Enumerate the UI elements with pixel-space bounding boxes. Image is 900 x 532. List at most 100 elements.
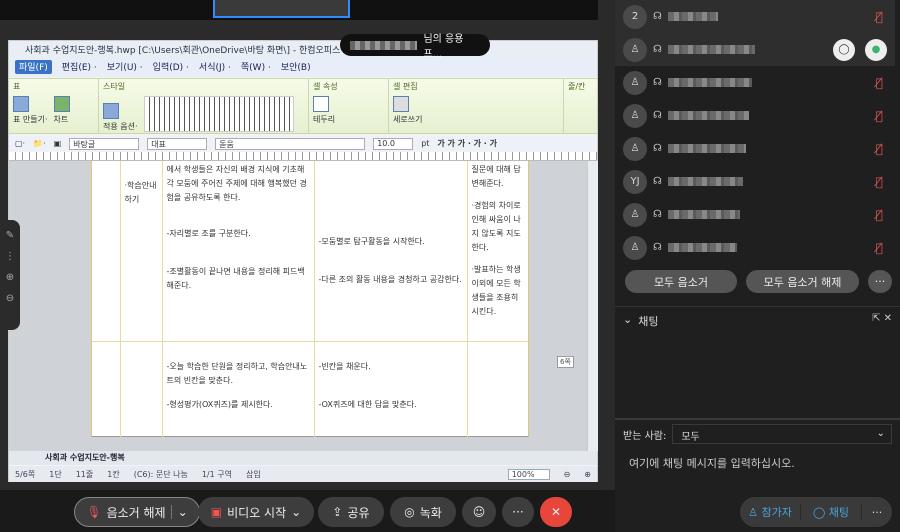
open-icon[interactable]: 📁·	[33, 139, 46, 148]
participant-name-redacted	[667, 243, 737, 252]
ribbon-group-table: 표표 만들기· 차트	[9, 79, 99, 133]
document-page[interactable]: ·학습안내하기 에서 학생들은 자신의 배경 지식에 기초해 각 모둠에 주어진…	[91, 161, 529, 437]
participant-row[interactable]: ♙ ☊ 🎙̸	[615, 231, 895, 264]
draw-icon[interactable]: ✎	[6, 230, 14, 241]
new-doc-icon[interactable]: ▢·	[15, 139, 25, 148]
status-section: 1/1 구역	[201, 469, 232, 479]
chat-input[interactable]: 여기에 채팅 메시지를 입력하십시오.	[629, 455, 795, 471]
menu-file[interactable]: 파일(F)	[15, 60, 52, 74]
menu-security[interactable]: 보안(B)	[281, 60, 311, 74]
mic-on-icon[interactable]: ●	[865, 38, 887, 61]
table-row: -오늘 학습한 단원을 정리하고, 학습안내노트의 빈칸을 맞춘다. -형성평가(…	[92, 340, 528, 437]
table-style-gallery[interactable]	[143, 96, 294, 132]
participant-row[interactable]: ♙ ☊ ◯ ●	[615, 33, 895, 66]
title-text: 사회과 수업지도안-행복.hwp [C:\Users\회관\OneDrive\바…	[25, 46, 341, 56]
menu-edit[interactable]: 편집(E) ·	[62, 60, 97, 74]
zoom-out-icon[interactable]: ⊖	[564, 470, 571, 479]
lesson-table: ·학습안내하기 에서 학생들은 자신의 배경 지식에 기초해 각 모둠에 주어진…	[92, 161, 528, 437]
audio-icon: ☊	[653, 143, 662, 154]
font-select[interactable]: 돋움	[215, 137, 366, 150]
more-options-button[interactable]: ···	[502, 497, 534, 527]
chart-button[interactable]: 차트	[53, 96, 70, 125]
participant-row[interactable]: ♙ ☊ 🎙̸	[615, 132, 895, 165]
participant-row[interactable]: ♙ ☊ 🎙̸	[615, 198, 895, 231]
menu-format[interactable]: 서식(J) ·	[199, 60, 231, 74]
para-select[interactable]: 대표	[147, 137, 208, 150]
participant-row[interactable]: ♙ ☊ 🎙̸	[615, 99, 895, 132]
audio-icon: ☊	[653, 44, 662, 55]
mic-muted-icon[interactable]: 🎙̸	[876, 241, 883, 255]
zoom-out-icon[interactable]: ⊖	[6, 293, 14, 304]
chevron-down-icon: ⌄	[291, 505, 302, 519]
audio-icon: ☊	[653, 11, 662, 22]
menu-bar: 파일(F) 편집(E) · 보기(U) · 입력(D) · 서식(J) · 쪽(…	[9, 57, 597, 77]
status-char: 1칸	[107, 469, 120, 479]
page-tab[interactable]: 6쪽	[557, 356, 574, 368]
cell-notes: 질문에 대해 답변해준다. ·경험의 차이로 인해 싸움이 나지 않도록 지도한다…	[466, 161, 528, 341]
share-button[interactable]: ⇪ 공유	[318, 497, 384, 527]
hwp-window: 사회과 수업지도안-행복.hwp [C:\Users\회관\OneDrive\바…	[8, 40, 599, 482]
unmute-button[interactable]: 🎙 음소거 해제 ⌄	[74, 497, 200, 527]
chat-button[interactable]: ◯ 채팅	[801, 504, 862, 520]
mic-muted-icon[interactable]: 🎙̸	[876, 142, 883, 156]
video-thumbnail[interactable]	[213, 0, 350, 18]
mic-muted-icon[interactable]: 🎙̸	[876, 109, 883, 123]
avatar: ♙	[623, 103, 647, 128]
mic-muted-icon[interactable]: 🎙̸	[876, 76, 883, 90]
unmute-all-button[interactable]: 모두 음소거 해제	[746, 270, 859, 293]
style-select[interactable]: 바탕글	[69, 137, 140, 150]
more-button[interactable]: ···	[868, 270, 892, 293]
participant-row[interactable]: YJ ☊ 🎙̸	[615, 165, 895, 198]
mic-muted-icon[interactable]: 🎙̸	[876, 10, 883, 24]
border-button[interactable]: 테두리	[313, 96, 335, 125]
sheet-tab-bar: 사회과 수업지도안-행복	[9, 451, 597, 465]
mute-all-button[interactable]: 모두 음소거	[625, 270, 737, 293]
participants-button[interactable]: ♙ 참가자	[740, 504, 801, 520]
participant-row[interactable]: ♙ ☊ 🎙̸	[615, 66, 895, 99]
chat-icon[interactable]: ◯	[833, 38, 855, 61]
chevron-down-icon: ⌄	[170, 505, 188, 519]
avatar: ♙	[623, 235, 647, 260]
ribbon-group-cell-edit: 셀 편집 세로쓰기	[389, 79, 564, 133]
leave-button[interactable]: ✕	[540, 497, 572, 527]
ribbon-group-cell-props: 셀 속성 테두리	[309, 79, 389, 133]
status-mode: 삽입	[245, 469, 261, 479]
style-icon	[103, 103, 119, 119]
participant-row[interactable]: 2 ☊ 🎙̸	[615, 0, 895, 33]
mic-muted-icon[interactable]: 🎙̸	[876, 175, 883, 189]
apply-options-button[interactable]: 적용 옵션·	[103, 103, 138, 132]
avatar: ♙	[623, 202, 647, 227]
panel-divider[interactable]	[598, 0, 615, 490]
menu-insert[interactable]: 입력(D) ·	[153, 60, 189, 74]
font-size-input[interactable]: 10.0	[373, 137, 414, 150]
menu-page[interactable]: 쪽(W) ·	[241, 60, 271, 74]
recipient-select[interactable]: 모두 ⌄	[672, 424, 892, 444]
vertical-text-button[interactable]: 세로쓰기	[393, 96, 422, 125]
menu-view[interactable]: 보기(U) ·	[107, 60, 143, 74]
popout-close-icons[interactable]: ⇱ ✕	[872, 313, 892, 324]
chart-icon	[53, 96, 70, 112]
zoom-in-icon[interactable]: ⊕	[584, 470, 591, 479]
more-button[interactable]: ···	[862, 506, 892, 519]
cell-teacher: 에서 학생들은 자신의 배경 지식에 기초해 각 모둠에 주어진 주제에 대해 …	[161, 161, 314, 341]
char-format-buttons[interactable]: 가 가 가 · 가 · 가	[437, 138, 497, 149]
save-icon[interactable]: ▣	[54, 139, 62, 148]
zoom-in-icon[interactable]: ⊕	[6, 272, 14, 283]
annotation-toolbar: ✎ ⋮ ⊕ ⊖	[0, 220, 20, 330]
meeting-controls: 🎙 음소거 해제 ⌄ ▣ 비디오 시작 ⌄ ⇪ 공유 ◎ 녹화 ☺ ··· ✕	[0, 490, 615, 532]
document-area: ·학습안내하기 에서 학생들은 자신의 배경 지식에 기초해 각 모둠에 주어진…	[9, 161, 587, 451]
chevron-down-icon[interactable]: ⌄	[623, 313, 632, 326]
ruler[interactable]	[9, 152, 597, 161]
start-video-button[interactable]: ▣ 비디오 시작 ⌄	[198, 497, 314, 527]
zoom-select[interactable]: 100%	[507, 468, 550, 480]
audio-icon: ☊	[653, 77, 662, 88]
mic-muted-icon[interactable]: 🎙̸	[876, 208, 883, 222]
pointer-icon[interactable]: ⋮	[5, 251, 15, 262]
panel-toggle-group: ♙ 참가자 ◯ 채팅 ···	[740, 497, 892, 527]
participant-name-redacted	[667, 210, 740, 219]
reactions-button[interactable]: ☺	[462, 497, 496, 527]
status-line: 11줄	[75, 469, 94, 479]
table-create-button[interactable]: 표 만들기·	[13, 96, 48, 125]
record-button[interactable]: ◎ 녹화	[390, 497, 456, 527]
sheet-tab[interactable]: 사회과 수업지도안-행복	[45, 453, 125, 462]
